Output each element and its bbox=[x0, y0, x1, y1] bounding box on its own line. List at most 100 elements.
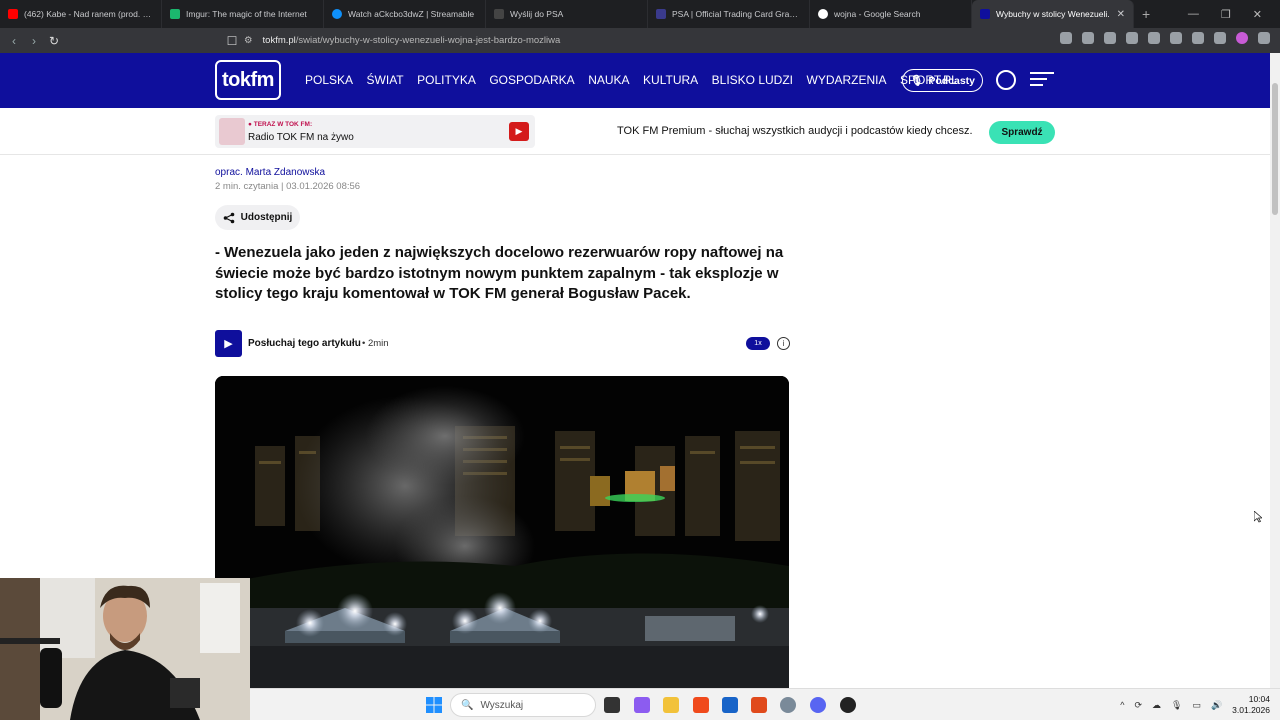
live-label: ● TERAZ W TOK FM: bbox=[248, 121, 313, 128]
leo-icon[interactable] bbox=[1192, 32, 1204, 44]
radio-title: Radio TOK FM na żywo bbox=[248, 132, 354, 143]
chevron-up-icon[interactable]: ^ bbox=[1120, 700, 1124, 710]
night-city-explosion-image bbox=[215, 376, 789, 688]
premium-text: TOK FM Premium - słuchaj wszystkich audy… bbox=[617, 125, 973, 137]
new-tab-button[interactable]: + bbox=[1134, 6, 1158, 22]
browser-tab[interactable]: Wyślij do PSA bbox=[486, 0, 648, 28]
nav-item-gospodarka[interactable]: GOSPODARKA bbox=[489, 73, 574, 87]
extension-icon[interactable] bbox=[1104, 32, 1116, 44]
browser-tab[interactable]: PSA | Official Trading Card Grading S bbox=[648, 0, 810, 28]
store-icon[interactable] bbox=[722, 697, 738, 713]
nav-item-kultura[interactable]: KULTURA bbox=[643, 73, 698, 87]
playback-speed-button[interactable]: 1x bbox=[746, 337, 770, 350]
task-view-icon[interactable] bbox=[604, 697, 620, 713]
main-navigation: POLSKA ŚWIAT POLITYKA GOSPODARKA NAUKA K… bbox=[305, 73, 958, 87]
browser-toolbar: ‹ › ↻ ☐ ⚙ tokfm.pl/swiat/wybuchy-w-stoli… bbox=[0, 28, 1280, 53]
sidebar-icon[interactable] bbox=[1148, 32, 1160, 44]
system-tray: ^ ⟳ ☁ 🎙 ▭ 🔊 10:04 3.01.2026 bbox=[1120, 689, 1280, 721]
play-article-icon[interactable]: ▶ bbox=[215, 330, 242, 357]
browser-menu-icon[interactable] bbox=[1258, 32, 1270, 44]
nav-item-nauka[interactable]: NAUKA bbox=[588, 73, 629, 87]
nav-item-polska[interactable]: POLSKA bbox=[305, 73, 353, 87]
listen-duration: • 2min bbox=[362, 338, 389, 349]
site-info-icon[interactable]: ⚙ bbox=[244, 35, 253, 46]
url-host: tokfm.pl bbox=[262, 35, 296, 46]
streamable-favicon-icon bbox=[332, 9, 342, 19]
extension-icon[interactable] bbox=[1082, 32, 1094, 44]
site-logo[interactable]: tokfm bbox=[215, 60, 281, 100]
close-tab-icon[interactable]: ✕ bbox=[1117, 9, 1125, 20]
google-favicon-icon bbox=[818, 9, 828, 19]
nav-item-wydarzenia[interactable]: WYDARZENIA bbox=[807, 73, 887, 87]
bookmark-icon[interactable]: ☐ bbox=[222, 34, 242, 48]
extension-icon[interactable] bbox=[1060, 32, 1072, 44]
profile-icon[interactable] bbox=[1236, 32, 1248, 44]
nav-item-swiat[interactable]: ŚWIAT bbox=[367, 73, 404, 87]
browser-tab[interactable]: (462) Kabe - Nad ranem (prod. Opiat bbox=[0, 0, 162, 28]
nav-item-polityka[interactable]: POLITYKA bbox=[417, 73, 476, 87]
vpn-icon[interactable] bbox=[1214, 32, 1226, 44]
psa-favicon-icon bbox=[494, 9, 504, 19]
tokfm-favicon-icon bbox=[980, 9, 990, 19]
share-icon bbox=[223, 212, 234, 223]
address-bar[interactable]: ⚙ tokfm.pl/swiat/wybuchy-w-stolicy-wenez… bbox=[244, 30, 894, 51]
article-author[interactable]: oprac. Marta Zdanowska bbox=[215, 167, 325, 178]
extensions-area bbox=[1060, 32, 1270, 44]
browser-tab-active[interactable]: Wybuchy w stolicy Wenezueli. ✕ bbox=[972, 0, 1134, 28]
sync-icon[interactable]: ⟳ bbox=[1134, 700, 1142, 711]
youtube-favicon-icon bbox=[8, 9, 18, 19]
microphone-icon: 🎙 bbox=[909, 75, 924, 87]
forward-icon[interactable]: › bbox=[24, 34, 44, 48]
psa-favicon-icon bbox=[656, 9, 666, 19]
cloud-icon[interactable]: ☁ bbox=[1152, 700, 1161, 711]
imgur-favicon-icon bbox=[170, 9, 180, 19]
article-photo bbox=[215, 376, 789, 688]
article-meta: 2 min. czytania | 03.01.2026 08:56 bbox=[215, 181, 361, 192]
taskbar-search-box[interactable]: 🔍 Wyszukaj bbox=[450, 693, 596, 717]
close-window-icon[interactable]: ✕ bbox=[1253, 8, 1262, 21]
audio-player: ▶ Posłuchaj tego artykułu • 2min 1x i bbox=[215, 330, 790, 357]
site-header: tokfm POLSKA ŚWIAT POLITYKA GOSPODARKA N… bbox=[0, 53, 1270, 108]
url-path: /swiat/wybuchy-w-stolicy-wenezueli-wojna… bbox=[295, 35, 561, 46]
podcasts-button[interactable]: 🎙 Podcasty bbox=[902, 69, 983, 92]
discord-icon[interactable] bbox=[810, 697, 826, 713]
mouse-cursor-icon bbox=[1254, 511, 1262, 523]
premium-check-button[interactable]: Sprawdź bbox=[989, 121, 1055, 144]
browser-tab[interactable]: Imgur: The magic of the Internet bbox=[162, 0, 324, 28]
windows-start-icon[interactable] bbox=[426, 697, 442, 713]
music-icon[interactable] bbox=[1126, 32, 1138, 44]
host-avatar bbox=[219, 118, 245, 145]
volume-icon[interactable]: 🔊 bbox=[1211, 700, 1222, 711]
brave-browser-icon[interactable] bbox=[693, 697, 709, 713]
window-controls: — ❐ ✕ bbox=[1188, 0, 1280, 28]
share-button[interactable]: Udostępnij bbox=[215, 205, 300, 230]
menu-search-icon[interactable] bbox=[1030, 72, 1054, 90]
search-icon: 🔍 bbox=[461, 699, 474, 711]
settings-icon[interactable] bbox=[780, 697, 796, 713]
file-explorer-icon[interactable] bbox=[663, 697, 679, 713]
reload-icon[interactable]: ↻ bbox=[44, 34, 64, 48]
windows-taskbar: 🔍 Wyszukaj ^ ⟳ ☁ 🎙 ▭ 🔊 10:04 3.01.2026 bbox=[250, 688, 1280, 720]
page-scrollbar[interactable] bbox=[1270, 53, 1280, 688]
user-account-icon[interactable] bbox=[996, 70, 1016, 90]
info-icon[interactable]: i bbox=[777, 337, 790, 350]
webcam-overlay bbox=[0, 578, 250, 720]
play-radio-icon[interactable]: ▶ bbox=[509, 122, 529, 141]
system-clock[interactable]: 10:04 3.01.2026 bbox=[1232, 694, 1270, 716]
copilot-icon[interactable] bbox=[634, 697, 650, 713]
obs-icon[interactable] bbox=[840, 697, 856, 713]
minimize-icon[interactable]: — bbox=[1188, 8, 1199, 20]
wallet-icon[interactable] bbox=[1170, 32, 1182, 44]
microphone-icon[interactable]: 🎙 bbox=[1171, 700, 1182, 711]
live-radio-widget[interactable]: ● TERAZ W TOK FM: Radio TOK FM na żywo ▶ bbox=[215, 115, 535, 148]
nav-item-blisko-ludzi[interactable]: BLISKO LUDZI bbox=[712, 73, 793, 87]
browser-tab[interactable]: Watch aCkcbo3dwZ | Streamable bbox=[324, 0, 486, 28]
scrollbar-thumb[interactable] bbox=[1272, 83, 1278, 215]
back-icon[interactable]: ‹ bbox=[4, 34, 24, 48]
brave-browser-icon[interactable] bbox=[751, 697, 767, 713]
listen-label[interactable]: Posłuchaj tego artykułu bbox=[248, 338, 361, 349]
display-icon[interactable]: ▭ bbox=[1192, 700, 1201, 711]
restore-icon[interactable]: ❐ bbox=[1221, 8, 1231, 21]
browser-tab[interactable]: wojna - Google Search bbox=[810, 0, 972, 28]
promo-bar: ● TERAZ W TOK FM: Radio TOK FM na żywo ▶… bbox=[0, 108, 1270, 155]
